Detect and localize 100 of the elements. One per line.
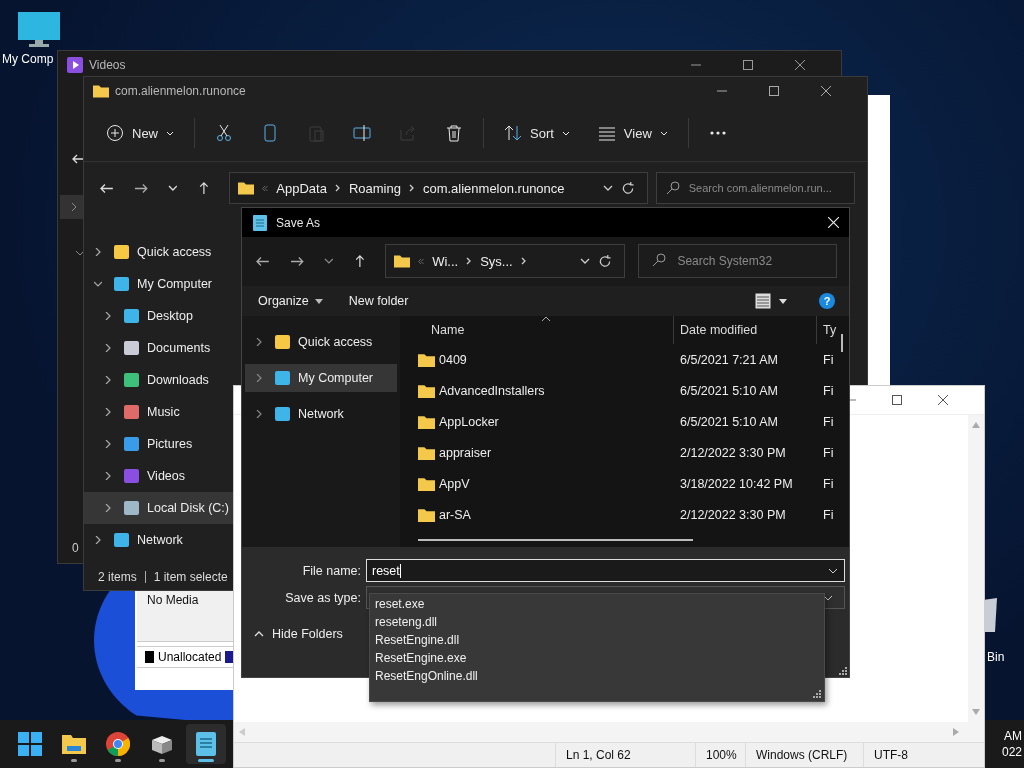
suggestion-item[interactable]: ResetEngine.dll: [370, 631, 460, 649]
chevron-down-icon[interactable]: [323, 258, 334, 264]
video-icon: [124, 469, 139, 483]
chevron-down-icon[interactable]: [580, 258, 591, 264]
suggestion-item[interactable]: ResetEngOnline.dll: [370, 667, 478, 685]
search-field[interactable]: Search com.alienmelon.run...: [655, 172, 855, 204]
suggestion-item[interactable]: ResetEngine.exe: [370, 649, 467, 667]
desktop-icon-label[interactable]: Bin: [987, 650, 1005, 664]
nav-tree-item[interactable]: Pictures: [84, 428, 234, 460]
column-header[interactable]: Date modified: [673, 316, 816, 344]
notepad-icon: [194, 732, 218, 756]
breadcrumb-item[interactable]: com.alienmelon.runonce: [422, 180, 565, 196]
nav-tree-item[interactable]: Desktop: [84, 300, 234, 332]
chevron-right-icon[interactable]: [255, 374, 263, 382]
resize-grip-icon[interactable]: [839, 667, 847, 675]
command-button[interactable]: New folder: [342, 294, 415, 308]
nav-tree-item[interactable]: Network: [84, 524, 234, 556]
chevron-right-icon[interactable]: [104, 440, 112, 448]
close-icon[interactable]: [821, 86, 831, 96]
nav-tree-item[interactable]: Network: [245, 400, 397, 428]
nav-tree-item[interactable]: My Computer: [84, 268, 234, 300]
hide-folders-button[interactable]: Hide Folders: [242, 627, 354, 641]
suggestion-item[interactable]: reset.exe: [370, 595, 425, 613]
nav-tree-item[interactable]: Quick access: [84, 236, 234, 268]
breadcrumb-item[interactable]: Roaming: [348, 180, 401, 196]
clock-date[interactable]: 022: [1001, 744, 1022, 760]
double-chevron-icon[interactable]: [418, 258, 425, 264]
forward-arrow-icon[interactable]: [133, 181, 148, 195]
chevron-right-icon[interactable]: [104, 472, 112, 480]
chevron-right-icon: [334, 184, 341, 192]
help-button[interactable]: ?: [819, 293, 835, 309]
chevron-right-icon[interactable]: [255, 338, 263, 346]
trash-icon: [445, 124, 463, 142]
status-bar-field: 100%: [696, 743, 746, 767]
file-name[interactable]: AdvancedInstallers: [439, 383, 545, 398]
close-icon[interactable]: [938, 395, 948, 405]
file-name[interactable]: AppV: [439, 476, 470, 491]
horizontal-scrollbar[interactable]: [418, 539, 693, 541]
nav-tree-item[interactable]: My Computer: [245, 364, 397, 392]
file-name[interactable]: AppLocker: [439, 414, 499, 429]
breadcrumb-item[interactable]: AppData: [276, 180, 327, 196]
maximize-icon[interactable]: [892, 395, 902, 405]
share-icon: [399, 124, 417, 142]
new-button[interactable]: New: [98, 120, 182, 146]
status-bar-field: Windows (CRLF): [746, 743, 864, 767]
dropdown-arrow-icon[interactable]: [779, 298, 787, 304]
file-name[interactable]: 0409: [439, 352, 467, 367]
suggestion-item[interactable]: reseteng.dll: [370, 613, 438, 631]
chevron-right-icon: [466, 257, 473, 265]
nav-tree-item[interactable]: Documents: [84, 332, 234, 364]
maximize-icon[interactable]: [743, 60, 753, 70]
file-name[interactable]: appraiser: [439, 445, 492, 460]
chevron-right-icon[interactable]: [104, 376, 112, 384]
double-chevron-icon[interactable]: [262, 185, 269, 191]
chevron-right-icon[interactable]: [94, 248, 102, 256]
chevron-right-icon[interactable]: [94, 536, 102, 544]
address-bar[interactable]: AppData Roaming com.alienmelon.runonce: [229, 172, 648, 204]
nav-tree-item[interactable]: Local Disk (C:): [84, 492, 234, 524]
forward-arrow-icon[interactable]: [289, 254, 304, 268]
command-button[interactable]: Organize: [252, 294, 329, 308]
chevron-down-icon[interactable]: [602, 185, 613, 191]
chevron-down-icon[interactable]: [94, 280, 102, 288]
refresh-icon[interactable]: [598, 254, 613, 268]
table-cell-text: 6/5/2021 7:21 AM: [679, 352, 779, 367]
nav-tree-item[interactable]: Videos: [84, 460, 234, 492]
dialog-title: Save As: [276, 215, 321, 230]
breadcrumb-item[interactable]: Wi...: [432, 253, 459, 269]
monitor-icon[interactable]: [18, 12, 60, 48]
chevron-right-icon[interactable]: [69, 203, 78, 211]
chevron-right-icon[interactable]: [104, 344, 112, 352]
column-header[interactable]: Name: [418, 316, 673, 344]
address-bar[interactable]: Wi... Sys...: [385, 244, 626, 278]
view-button[interactable]: View: [589, 120, 676, 146]
maximize-icon[interactable]: [769, 86, 779, 96]
close-icon[interactable]: [795, 60, 805, 70]
back-arrow-icon[interactable]: [256, 254, 270, 268]
nav-tree-item[interactable]: Music: [84, 396, 234, 428]
list-view-icon[interactable]: [755, 293, 771, 309]
search-field[interactable]: Search System32: [638, 244, 837, 278]
vertical-scrollbar[interactable]: [841, 334, 843, 352]
file-name-field[interactable]: reset: [366, 559, 845, 582]
chevron-down-icon[interactable]: [828, 567, 838, 574]
refresh-icon[interactable]: [620, 181, 635, 195]
taskbar-notepad-button[interactable]: [186, 724, 226, 764]
back-arrow-icon[interactable]: [100, 181, 114, 195]
breadcrumb-item[interactable]: Sys...: [480, 253, 513, 269]
chevron-right-icon[interactable]: [104, 504, 112, 512]
folder-icon: [238, 180, 255, 196]
nav-tree-item[interactable]: Downloads: [84, 364, 234, 396]
clock-time[interactable]: AM: [1004, 728, 1022, 744]
chevron-right-icon[interactable]: [255, 410, 263, 418]
column-header[interactable]: Ty: [816, 316, 840, 344]
resize-grip-icon[interactable]: [813, 690, 821, 698]
back-arrow-icon[interactable]: [72, 153, 84, 165]
file-name[interactable]: ar-SA: [439, 507, 471, 522]
desktop-icon-label[interactable]: My Comp: [2, 52, 54, 66]
nav-tree-item[interactable]: Quick access: [245, 328, 397, 356]
chevron-right-icon[interactable]: [104, 312, 112, 320]
sort-button[interactable]: Sort: [496, 120, 578, 146]
chevron-right-icon[interactable]: [104, 408, 112, 416]
